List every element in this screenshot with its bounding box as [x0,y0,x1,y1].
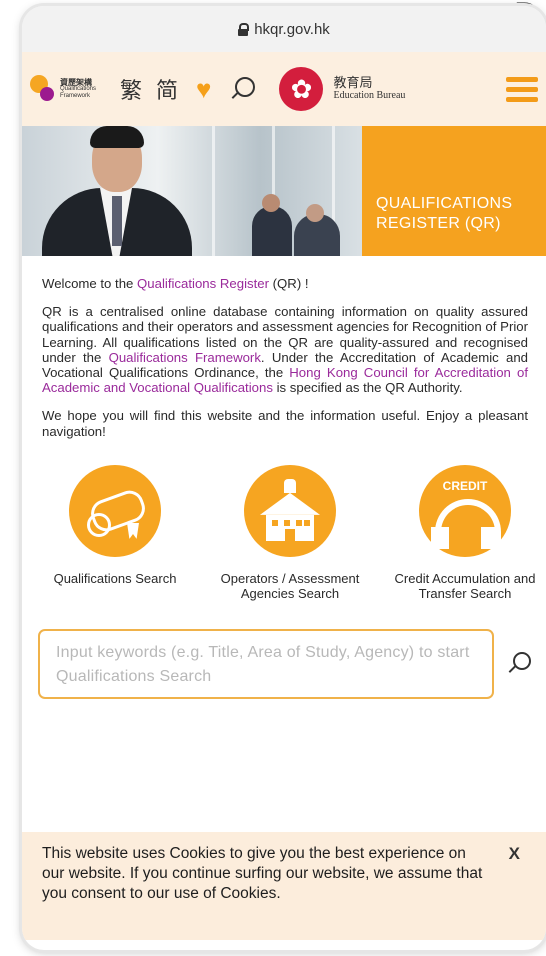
browser-url-bar[interactable]: hkqr.gov.hk [22,6,546,52]
operators-search-label: Operators / Assessment Agencies Search [220,570,360,601]
edb-logo[interactable]: 教育局 Education Bureau [333,76,405,102]
lock-icon [238,23,250,36]
cookie-close-button[interactable]: X [509,844,520,864]
qualifications-register-link[interactable]: Qualifications Register [137,276,269,291]
intro-paragraph: QR is a centralised online database cont… [42,304,528,396]
qualifications-search-label: Qualifications Search [53,570,177,586]
qualifications-search-link[interactable]: Qualifications Search [40,464,190,601]
credit-transfer-icon: CREDIT [419,464,511,557]
welcome-text: Welcome to the Qualifications Register (… [42,276,309,291]
hk-bauhinia-emblem-icon[interactable]: ✿ [279,67,324,111]
closing-paragraph: We hope you will find this website and t… [42,408,528,439]
qualifications-framework-link[interactable]: Qualifications Framework [109,350,261,365]
service-shortcuts: Qualifications Search Operators / Assess… [22,464,546,601]
cookie-message: This website uses Cookies to give you th… [42,845,483,902]
qf-logo-mark-icon [30,73,56,105]
qualifications-search-input[interactable]: Input keywords (e.g. Title, Area of Stud… [38,628,494,699]
search-row: Input keywords (e.g. Title, Area of Stud… [38,628,546,699]
top-navigation: 資歷架構 Qualifications Framework 繁 简 ♥ ✿ 教育… [22,52,546,126]
qf-logo[interactable]: 資歷架構 Qualifications Framework [30,73,106,105]
search-submit-icon[interactable] [508,651,532,676]
cookie-banner: This website uses Cookies to give you th… [22,832,546,940]
banner-photo [22,126,362,256]
intro-content: Welcome to the Qualifications Register (… [22,256,546,439]
credit-transfer-search-label: Credit Accumulation and Transfer Search [394,570,536,601]
school-building-icon [244,464,336,557]
diploma-scroll-icon [69,464,161,557]
hamburger-menu-icon[interactable] [506,76,538,102]
lang-traditional-button[interactable]: 繁 [120,73,142,105]
hero-banner: QUALIFICATIONS REGISTER (QR) [22,126,546,256]
heart-icon[interactable]: ♥ [196,74,211,105]
qf-logo-text: 資歷架構 Qualifications Framework [60,77,97,99]
phone-frame: hkqr.gov.hk 資歷架構 Qualifications Framewor… [22,6,546,950]
operators-search-link[interactable]: Operators / Assessment Agencies Search [215,464,365,601]
search-icon[interactable] [227,74,257,104]
banner-title: QUALIFICATIONS REGISTER (QR) [362,126,546,256]
lang-simplified-button[interactable]: 简 [156,73,178,105]
url-text: hkqr.gov.hk [254,20,330,38]
credit-transfer-search-link[interactable]: CREDIT Credit Accumulation and Transfer … [390,464,540,601]
